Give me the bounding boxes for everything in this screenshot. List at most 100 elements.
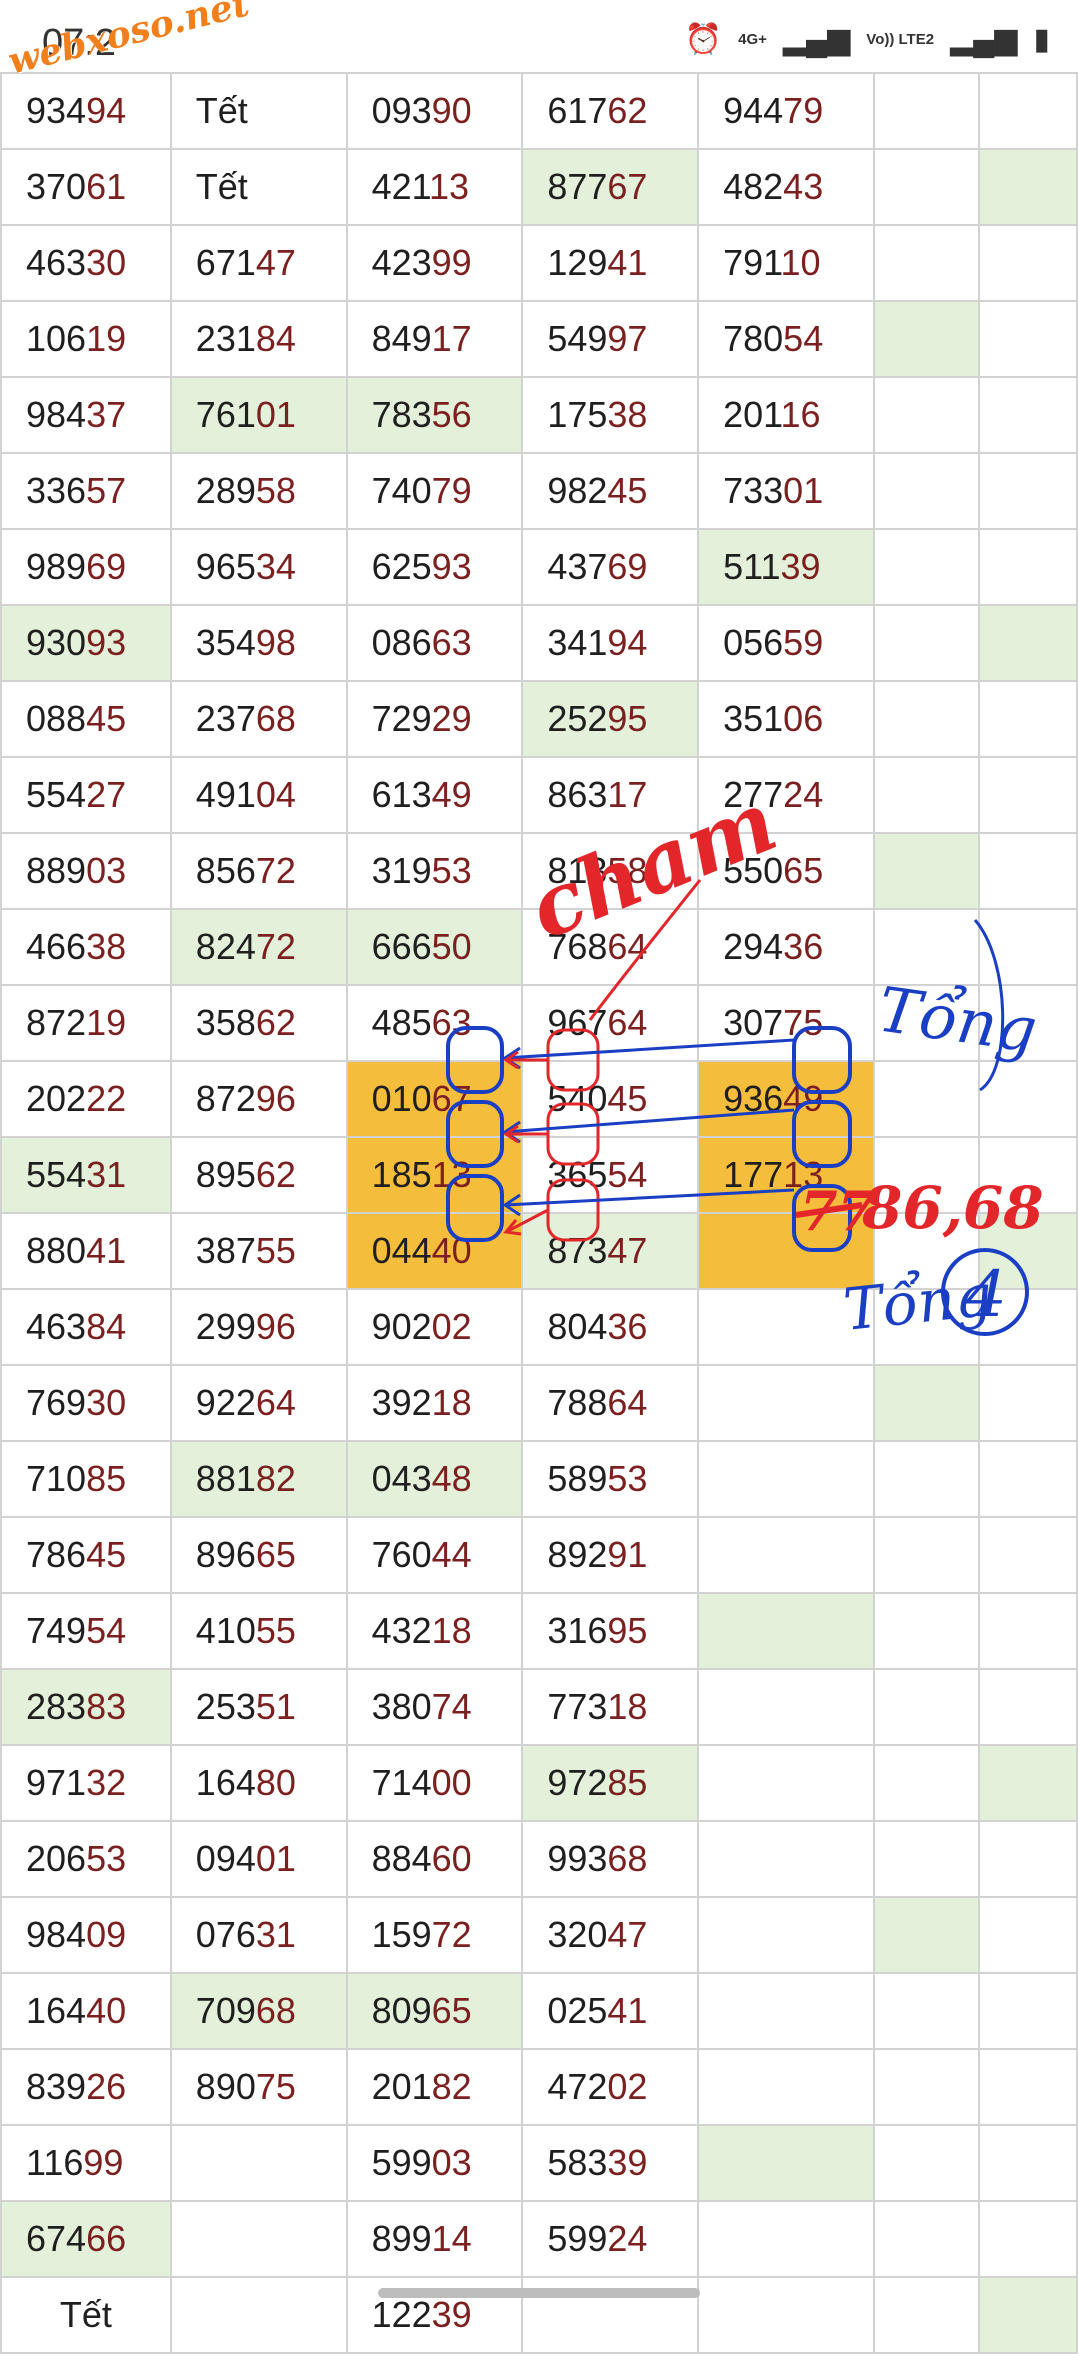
table-cell: 61762 bbox=[521, 72, 700, 150]
table-row: 55431 89562 18513 36554 17713 bbox=[0, 1136, 1078, 1214]
cell-digits-head: 380 bbox=[371, 1686, 432, 1727]
table-cell: 07631 bbox=[169, 1896, 348, 1974]
table-cell bbox=[872, 452, 981, 530]
cell-digits-tail: 91 bbox=[607, 1534, 648, 1575]
cell-digits-tail: 90 bbox=[431, 90, 472, 131]
table-cell bbox=[872, 1592, 981, 1670]
table-cell bbox=[872, 528, 981, 606]
table-cell: 30775 bbox=[697, 984, 875, 1062]
table-cell: 51139 bbox=[697, 528, 875, 606]
table-cell: 20222 bbox=[0, 1060, 172, 1138]
cell-digits-tail: 54 bbox=[86, 1610, 127, 1651]
table-cell: 38074 bbox=[345, 1668, 524, 1746]
cell-digits-head: 791 bbox=[723, 242, 781, 283]
cell-digits-head: 554 bbox=[26, 1154, 87, 1195]
cell-digits-tail: 09 bbox=[86, 1914, 127, 1955]
table-cell: 48563 bbox=[345, 984, 524, 1062]
table-cell bbox=[872, 832, 981, 910]
table-cell: 23184 bbox=[169, 300, 348, 378]
cell-digits-tail: 38 bbox=[86, 926, 127, 967]
table-cell bbox=[872, 1820, 981, 1898]
cell-digits-tail: 69 bbox=[607, 546, 648, 587]
table-cell: 76044 bbox=[345, 1516, 524, 1594]
table-cell: 46384 bbox=[0, 1288, 172, 1366]
table-cell: 58953 bbox=[521, 1440, 700, 1518]
table-cell: 82472 bbox=[169, 908, 348, 986]
cell-digits-head: 432 bbox=[371, 1610, 432, 1651]
table-cell: 55065 bbox=[697, 832, 875, 910]
table-cell: 46638 bbox=[0, 908, 172, 986]
cell-digits-tail: 45 bbox=[86, 1534, 127, 1575]
table-cell: 98969 bbox=[0, 528, 172, 606]
cell-digits-head: 895 bbox=[195, 1154, 256, 1195]
cell-digits-head: 936 bbox=[723, 1078, 784, 1119]
table-cell: 97132 bbox=[0, 1744, 172, 1822]
table-cell bbox=[697, 2124, 875, 2202]
cell-digits-tail: 84 bbox=[255, 318, 296, 359]
table-cell: 67466 bbox=[0, 2200, 172, 2278]
table-cell: 43218 bbox=[345, 1592, 524, 1670]
table-cell bbox=[697, 2048, 875, 2126]
cell-digits-tail: 32 bbox=[86, 1762, 127, 1803]
cell-digits-head: 804 bbox=[547, 1306, 608, 1347]
table-cell: 11699 bbox=[0, 2124, 172, 2202]
cell-digits-tail: 22 bbox=[86, 1078, 127, 1119]
cell-digits-head: 881 bbox=[195, 1458, 256, 1499]
table-cell bbox=[978, 1136, 1078, 1214]
cell-digits-tail: 40 bbox=[431, 1230, 472, 1271]
cell-digits-head: 316 bbox=[547, 1610, 608, 1651]
cell-digits-tail: 93 bbox=[86, 622, 127, 663]
cell-digits-tail: 64 bbox=[607, 1002, 648, 1043]
cell-digits-head: 093 bbox=[371, 90, 432, 131]
table-row: 33657 28958 74079 98245 73301 bbox=[0, 452, 1078, 530]
table-cell: 76101 bbox=[169, 376, 348, 454]
table-cell bbox=[978, 1592, 1078, 1670]
table-cell bbox=[872, 2200, 981, 2278]
table-cell: 80436 bbox=[521, 1288, 700, 1366]
table-cell: 36554 bbox=[521, 1136, 700, 1214]
table-cell: 67147 bbox=[169, 224, 348, 302]
table-cell: 09401 bbox=[169, 1820, 348, 1898]
table-cell: 97285 bbox=[521, 1744, 700, 1822]
cell-digits-tail: 54 bbox=[607, 1154, 648, 1195]
cell-digits-head: 872 bbox=[195, 1078, 256, 1119]
table-cell: 43769 bbox=[521, 528, 700, 606]
cell-digits-head: 965 bbox=[195, 546, 256, 587]
cell-digits-head: 466 bbox=[26, 926, 87, 967]
cell-digits-tail: 55 bbox=[255, 1230, 296, 1271]
cell-digits-head: 599 bbox=[547, 2218, 608, 2259]
cell-digits-tail: 37 bbox=[86, 394, 127, 435]
table-cell: 79110 bbox=[697, 224, 875, 302]
table-cell: Tết bbox=[169, 148, 348, 226]
table-cell: 87296 bbox=[169, 1060, 348, 1138]
cell-digits-head: 106 bbox=[26, 318, 87, 359]
cell-digits-head: 159 bbox=[371, 1914, 432, 1955]
cell-digits-head: 625 bbox=[371, 546, 432, 587]
table-cell: 25295 bbox=[521, 680, 700, 758]
cell-digits-tail: 99 bbox=[431, 242, 472, 283]
table-row: 88903 85672 31953 81358 55065 bbox=[0, 832, 1078, 910]
cell-digits-head: 769 bbox=[26, 1382, 87, 1423]
cell-digits-tail: 39 bbox=[780, 546, 821, 587]
table-cell: 15972 bbox=[345, 1896, 524, 1974]
table-cell: 71400 bbox=[345, 1744, 524, 1822]
cell-digits-tail: 44 bbox=[431, 1534, 472, 1575]
table-cell: 09390 bbox=[345, 72, 524, 150]
cell-digits-tail: 01 bbox=[783, 470, 824, 511]
table-row: 76930 92264 39218 78864 bbox=[0, 1364, 1078, 1442]
cell-digits-head: 354 bbox=[195, 622, 256, 663]
cell-digits-head: 122 bbox=[371, 2294, 432, 2335]
cell-digits-tail: 66 bbox=[86, 2218, 127, 2259]
cell-digits-tail: 82 bbox=[431, 2066, 472, 2107]
cell-digits-tail: 47 bbox=[607, 1230, 648, 1271]
cell-digits-head: 094 bbox=[195, 1838, 256, 1879]
table-row: 83926 89075 20182 47202 bbox=[0, 2048, 1078, 2126]
volte-label: Vo)) LTE2 bbox=[866, 30, 935, 48]
table-cell bbox=[697, 1516, 875, 1594]
cell-digits-tail: 95 bbox=[607, 698, 648, 739]
home-indicator[interactable] bbox=[378, 2288, 700, 2298]
cell-digits-head: 671 bbox=[195, 242, 256, 283]
cell-digits-tail: 58 bbox=[607, 850, 648, 891]
cell-digits-tail: 02 bbox=[431, 1306, 472, 1347]
cell-digits-tail: 39 bbox=[607, 2142, 648, 2183]
